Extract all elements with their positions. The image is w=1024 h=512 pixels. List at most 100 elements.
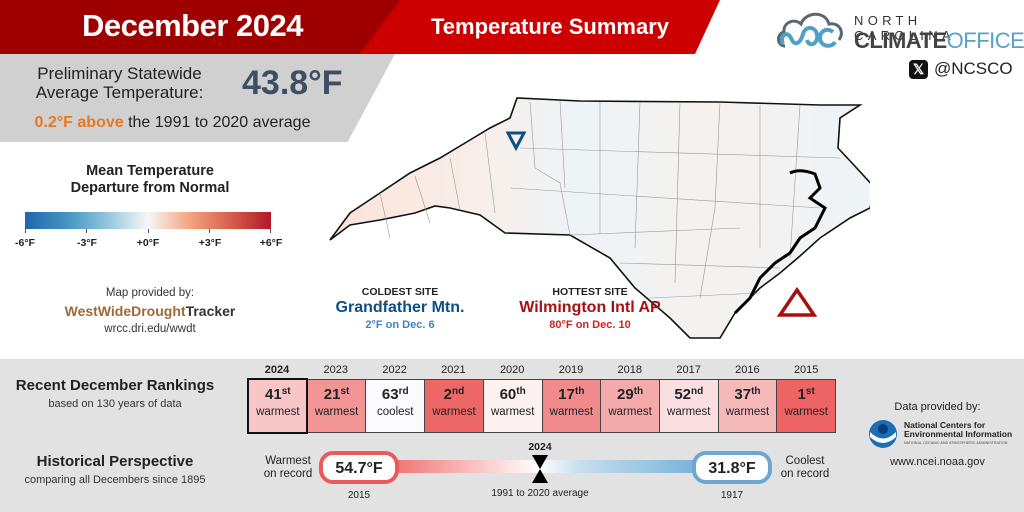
ranking-desc: warmest <box>725 406 770 418</box>
rank-number: 17 <box>558 386 575 403</box>
logo-climate: CLIMATE <box>854 28 947 53</box>
ranking-desc: warmest <box>549 406 594 418</box>
legend-title-line1: Mean Temperature <box>86 163 214 179</box>
legend-tick <box>25 229 26 233</box>
history-title: Historical Perspective <box>36 453 194 470</box>
rank-suffix: th <box>574 386 585 397</box>
ranking-value: 2nd <box>425 386 483 404</box>
rank-number: 41 <box>265 386 282 403</box>
warmest-label-line1: Warmest <box>265 455 311 467</box>
warmest-record-year: 2015 <box>347 490 371 501</box>
legend-colorbar <box>25 212 271 229</box>
ranking-desc: warmest <box>314 406 359 418</box>
ranking-desc: warmest <box>490 406 535 418</box>
rank-number: 29 <box>617 386 634 403</box>
coolest-record-label: Coolest on record <box>772 455 838 481</box>
warmest-record-label: Warmest on record <box>258 455 318 481</box>
map-credit-url[interactable]: wrcc.dri.edu/wwdt <box>0 323 300 335</box>
ncei-url[interactable]: www.ncei.noaa.gov <box>865 456 1010 468</box>
legend-tick <box>270 229 271 233</box>
ranking-cell: 29th warmest <box>601 380 660 432</box>
rank-suffix: st <box>340 386 350 397</box>
anomaly-highlight: 0.2°F above <box>34 114 124 131</box>
coldest-site-name: Grandfather Mtn. <box>335 299 465 316</box>
legend-tick-label: +0°F <box>136 237 160 249</box>
legend-tick-label: +6°F <box>259 237 283 249</box>
ranking-desc: warmest <box>608 406 652 418</box>
history-subtitle: comparing all Decembers since 1895 <box>24 474 206 486</box>
hottest-site-marker <box>776 286 818 317</box>
legend-tick <box>86 229 87 233</box>
rankings-table: 41st warmest 21st warmest 63rd coolest 2nd warm… <box>248 379 836 433</box>
ranking-year: 2020 <box>499 364 525 376</box>
ranking-year: 2024 <box>264 364 290 376</box>
ncei-name: National Centers for Environmental Inform… <box>904 421 1012 439</box>
x-icon[interactable]: 𝕏 <box>909 60 928 79</box>
ranking-value: 52nd <box>660 386 718 404</box>
rankings-title: Recent December Rankings <box>15 377 215 394</box>
coolest-record-value: 31.8°F <box>692 451 772 484</box>
rank-suffix: nd <box>691 386 704 397</box>
ranking-value: 1st <box>777 386 835 404</box>
legend-title-line2: Departure from Normal <box>70 180 230 196</box>
legend-tick <box>148 229 149 233</box>
ranking-cell: 41st warmest <box>249 380 308 432</box>
average-caption: 1991 to 2020 average <box>491 488 589 499</box>
rank-number: 21 <box>323 386 341 403</box>
ranking-desc: warmest <box>256 406 300 418</box>
anomaly-rest: the 1991 to 2020 average <box>123 114 311 131</box>
legend-tick-label: +3°F <box>198 237 222 249</box>
ranking-year: 2023 <box>323 364 349 376</box>
legend-title: Mean Temperature Departure from Normal <box>0 163 300 197</box>
ranking-cell: 2nd warmest <box>425 380 484 432</box>
ranking-value: 29th <box>601 386 659 404</box>
ranking-value: 37th <box>719 386 777 404</box>
ranking-year: 2021 <box>441 364 466 376</box>
noaa-subtext: NATIONAL OCEANIC AND ATMOSPHERIC ADMINIS… <box>904 441 1008 445</box>
ranking-cell: 63rd coolest <box>366 380 426 432</box>
wwdt-brand-a: WestWideDrought <box>64 303 186 319</box>
rank-number: 37 <box>734 386 752 403</box>
ranking-value: 21st <box>308 386 366 404</box>
social-handle-link[interactable]: @NCSCO <box>934 59 1013 79</box>
logo-office: OFFICE <box>946 28 1024 53</box>
rank-suffix: nd <box>452 386 465 397</box>
ranking-cell: 60th warmest <box>483 380 543 432</box>
coldest-site-heading: COLDEST SITE <box>361 286 439 298</box>
current-year-marker-label: 2024 <box>528 441 552 453</box>
legend-tick-label: -6°F <box>15 237 35 249</box>
ranking-year: 2015 <box>793 364 819 376</box>
rank-suffix: th <box>751 386 761 397</box>
hottest-site-heading: HOTTEST SITE <box>552 286 628 298</box>
page-title: December 2024 <box>82 8 304 43</box>
ranking-value: 60th <box>484 386 542 404</box>
rank-number: 60 <box>499 386 517 403</box>
nc-climate-cloud-logo-icon <box>777 12 843 48</box>
anomaly-text: 0.2°F above the 1991 to 2020 average <box>0 114 345 132</box>
ranking-cell: 17th warmest <box>542 380 602 432</box>
data-credit-label: Data provided by: <box>894 401 981 413</box>
ranking-year: 2017 <box>676 364 701 376</box>
wwdt-logo: WestWideDroughtTracker <box>0 303 300 319</box>
map-credit-label: Map provided by: <box>105 287 195 299</box>
coolest-label-line2: on record <box>780 468 830 480</box>
ranking-year: 2022 <box>382 364 407 376</box>
rank-suffix: st <box>281 386 291 397</box>
rank-suffix: th <box>633 386 644 397</box>
warmest-record-value: 54.7°F <box>319 451 399 484</box>
hottest-site-name: Wilmington Intl AP <box>519 299 661 316</box>
ranking-cell: 1st warmest <box>777 380 836 432</box>
ranking-year: 2016 <box>735 364 760 376</box>
legend-tick <box>209 229 210 233</box>
wwdt-brand-b: Tracker <box>185 303 236 319</box>
ranking-desc: warmest <box>432 406 476 418</box>
legend-tick-label: -3°F <box>77 237 97 249</box>
noaa-logo-icon <box>869 420 897 448</box>
ncei-name-line2: Environmental Information <box>904 429 1013 439</box>
hottest-site-detail: 80°F on Dec. 10 <box>549 319 631 331</box>
ranking-value: 63rd <box>366 386 424 404</box>
rank-suffix: th <box>516 386 526 397</box>
ranking-value: 17th <box>543 386 601 404</box>
rank-suffix: st <box>805 386 815 397</box>
summary-label: Preliminary Statewide Average Temperatur… <box>35 64 204 102</box>
